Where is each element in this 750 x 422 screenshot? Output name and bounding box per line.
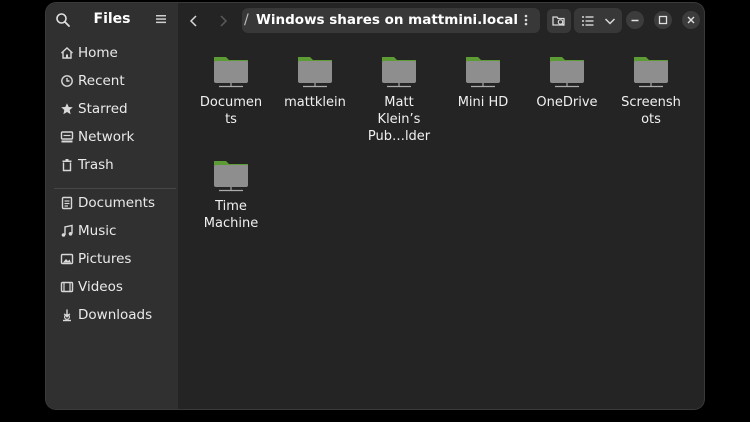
item-label: mattklein	[284, 95, 346, 110]
current-location[interactable]: Windows shares on mattmini.local	[256, 12, 518, 28]
sidebar-item-label: Home	[78, 45, 118, 61]
network-folder-icon	[214, 57, 248, 88]
list-view-icon[interactable]	[578, 11, 598, 31]
download-icon	[63, 309, 71, 322]
sidebar-item-label: Music	[78, 223, 117, 239]
more-options-icon[interactable]	[518, 10, 534, 30]
view-options	[574, 8, 622, 33]
minimize-button[interactable]	[626, 11, 644, 29]
sidebar-item-network[interactable]: Network	[52, 125, 172, 151]
sidebar-item-music[interactable]: Music	[52, 219, 172, 245]
network-folder-icon	[550, 57, 584, 88]
network-folder-icon	[382, 57, 416, 88]
sidebar-item-label: Videos	[78, 279, 123, 295]
sidebar-item-label: Downloads	[78, 307, 153, 323]
chevron-left-icon	[189, 15, 197, 27]
sidebar-separator	[54, 188, 176, 189]
video-icon	[60, 281, 74, 293]
path-separator: /	[244, 12, 249, 28]
sidebar-item-videos[interactable]: Videos	[52, 275, 172, 301]
maximize-icon	[658, 15, 668, 25]
sidebar-item-recent[interactable]: Recent	[52, 69, 172, 95]
search-files-button[interactable]	[547, 9, 571, 33]
sidebar: Files Home Recent Starred Network Trash …	[46, 3, 178, 409]
item-label: Screensh ots	[621, 95, 681, 127]
network-folder-icon	[214, 161, 248, 192]
clock-icon	[61, 75, 73, 87]
item-label: Mini HD	[457, 95, 509, 110]
star-icon	[61, 103, 73, 115]
sidebar-item-label: Network	[78, 129, 135, 145]
sidebar-item-downloads[interactable]: Downloads	[52, 303, 172, 329]
sidebar-item-trash[interactable]: Trash	[52, 153, 172, 179]
maximize-button[interactable]	[654, 11, 672, 29]
sidebar-item-starred[interactable]: Starred	[52, 97, 172, 123]
back-button[interactable]	[183, 10, 205, 32]
sidebar-item-documents[interactable]: Documents	[52, 191, 172, 217]
path-bar[interactable]: / Windows shares on mattmini.local	[242, 8, 540, 33]
header-bar: / Windows shares on mattmini.local	[178, 3, 704, 37]
item-label: Matt Klein’s Pub…lder	[367, 95, 431, 144]
close-icon	[687, 16, 695, 24]
item-label: Time Machine	[203, 199, 259, 231]
network-icon	[60, 131, 74, 143]
sidebar-item-label: Recent	[78, 73, 125, 89]
files-window: Files Home Recent Starred Network Trash …	[46, 3, 704, 409]
close-button[interactable]	[682, 11, 700, 29]
network-folder-icon	[466, 57, 500, 88]
trash-icon	[62, 159, 72, 172]
music-icon	[61, 224, 73, 237]
item-label: Documen ts	[199, 95, 263, 127]
sidebar-item-home[interactable]: Home	[52, 41, 172, 67]
sidebar-item-label: Trash	[78, 157, 114, 173]
network-folder-icon	[634, 57, 668, 88]
sidebar-item-pictures[interactable]: Pictures	[52, 247, 172, 273]
sidebar-item-label: Documents	[78, 195, 155, 211]
chevron-down-icon[interactable]	[600, 11, 620, 31]
chevron-right-icon	[220, 15, 228, 27]
picture-icon	[60, 253, 74, 265]
sidebar-item-label: Pictures	[78, 251, 132, 267]
forward-button[interactable]	[212, 10, 234, 32]
home-icon	[61, 47, 73, 59]
sidebar-header: Files	[46, 3, 178, 37]
folder-search-icon	[552, 16, 565, 26]
item-label: OneDrive	[536, 95, 598, 110]
document-icon	[61, 196, 73, 210]
hamburger-menu-icon[interactable]	[154, 11, 168, 27]
file-grid: Documen ts mattklein Matt Klein’s Pub…ld…	[178, 37, 704, 409]
sidebar-item-label: Starred	[78, 101, 128, 117]
minimize-icon	[631, 19, 639, 22]
network-folder-icon	[298, 57, 332, 88]
